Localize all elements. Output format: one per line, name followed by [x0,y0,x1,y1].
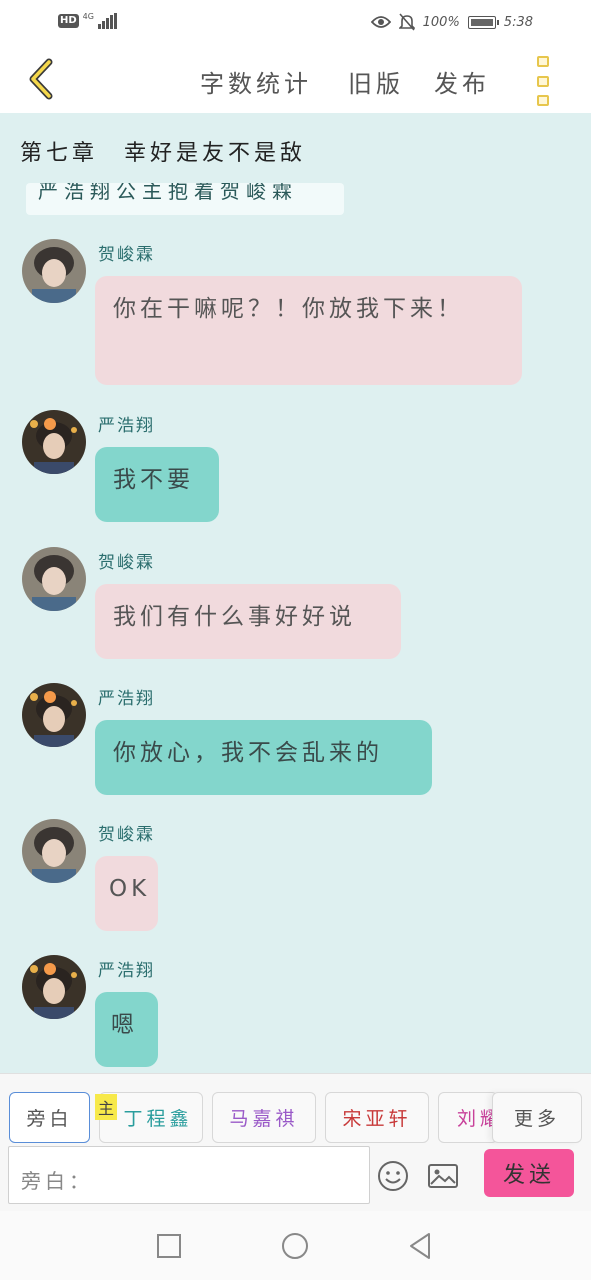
speaker-name: 严浩翔 [98,961,155,981]
speaker-name: 贺峻霖 [98,553,155,573]
composer-toolbar: 旁白 丁程鑫 主 马嘉祺 宋亚轩 刘耀文 更多 旁白： 发送 [0,1073,591,1211]
emoji-icon [378,1161,408,1191]
battery-icon [467,15,499,29]
hd-badge: HD [58,14,79,28]
word-count-button[interactable]: 字数统计 [200,64,312,99]
image-button[interactable] [426,1159,460,1193]
emoji-button[interactable] [376,1159,410,1193]
character-button-4[interactable]: 刘耀文 [438,1092,498,1143]
character-button-3[interactable]: 宋亚轩 [325,1092,429,1143]
character-name: 马嘉祺 [229,1108,299,1130]
status-right: 100% 5:38 [370,13,533,31]
menu-dot-icon [537,95,549,106]
message-bubble[interactable]: OK [95,856,158,931]
message-bubble[interactable]: 我不要 [95,447,219,522]
square-icon [157,1234,181,1258]
chapter-title: 第七章 幸好是友不是敌 [20,141,307,166]
send-button[interactable]: 发送 [484,1149,574,1197]
app-header: 字数统计 旧版 发布 [0,46,591,113]
old-version-button[interactable]: 旧版 [348,64,404,99]
avatar-yan-haoxiang[interactable] [22,955,86,1019]
character-name: 丁程鑫 [123,1108,193,1130]
circle-icon [282,1233,308,1259]
network-label: 4G [82,11,94,21]
message-bubble[interactable]: 我们有什么事好好说 [95,584,401,659]
character-name: 宋亚轩 [342,1108,412,1130]
message-bubble[interactable]: 你放心，我不会乱来的 [95,720,432,795]
image-icon [428,1164,458,1188]
avatar-yan-haoxiang[interactable] [22,683,86,747]
speaker-name: 贺峻霖 [98,245,155,265]
avatar-he-junlin[interactable] [22,239,86,303]
avatar-yan-haoxiang[interactable] [22,410,86,474]
more-menu-button[interactable] [532,56,554,106]
menu-dot-icon [537,75,549,87]
home-button[interactable] [280,1231,310,1261]
avatar-he-junlin[interactable] [22,819,86,883]
narration-button[interactable]: 旁白 [9,1092,90,1143]
narration-note: 严浩翔公主抱着贺峻霖 [26,183,344,215]
back-button[interactable] [20,56,60,102]
message-input[interactable]: 旁白： [8,1146,370,1204]
speaker-name: 严浩翔 [98,416,155,436]
chat-area[interactable]: 第七章 幸好是友不是敌 严浩翔公主抱着贺峻霖 贺峻霖 你在干嘛呢？！你放我下来！… [0,113,591,1073]
speaker-name: 贺峻霖 [98,825,155,845]
clock: 5:38 [503,14,533,30]
status-bar: HD 4G 100% 5:38 [0,0,591,46]
main-character-tag: 主 [95,1094,117,1120]
menu-dot-icon [537,56,549,67]
narration-text: 严浩翔公主抱着贺峻霖 [38,183,298,203]
speaker-name: 严浩翔 [98,689,155,709]
publish-button[interactable]: 发布 [434,64,490,99]
recents-button[interactable] [154,1231,184,1261]
system-nav-bar [0,1211,591,1280]
mute-bell-icon [398,13,415,31]
chevron-left-icon [29,58,53,100]
triangle-back-icon [410,1233,430,1259]
more-characters-button[interactable]: 更多 [492,1092,582,1143]
back-nav-button[interactable] [405,1231,435,1261]
message-bubble[interactable]: 嗯 [95,992,158,1067]
message-bubble[interactable]: 你在干嘛呢？！你放我下来！ [95,276,522,385]
eye-icon [370,16,391,28]
character-button-2[interactable]: 马嘉祺 [212,1092,316,1143]
avatar-he-junlin[interactable] [22,547,86,611]
signal-icon [97,13,117,29]
battery-percent: 100% [422,14,460,30]
status-left: HD 4G [58,11,117,29]
